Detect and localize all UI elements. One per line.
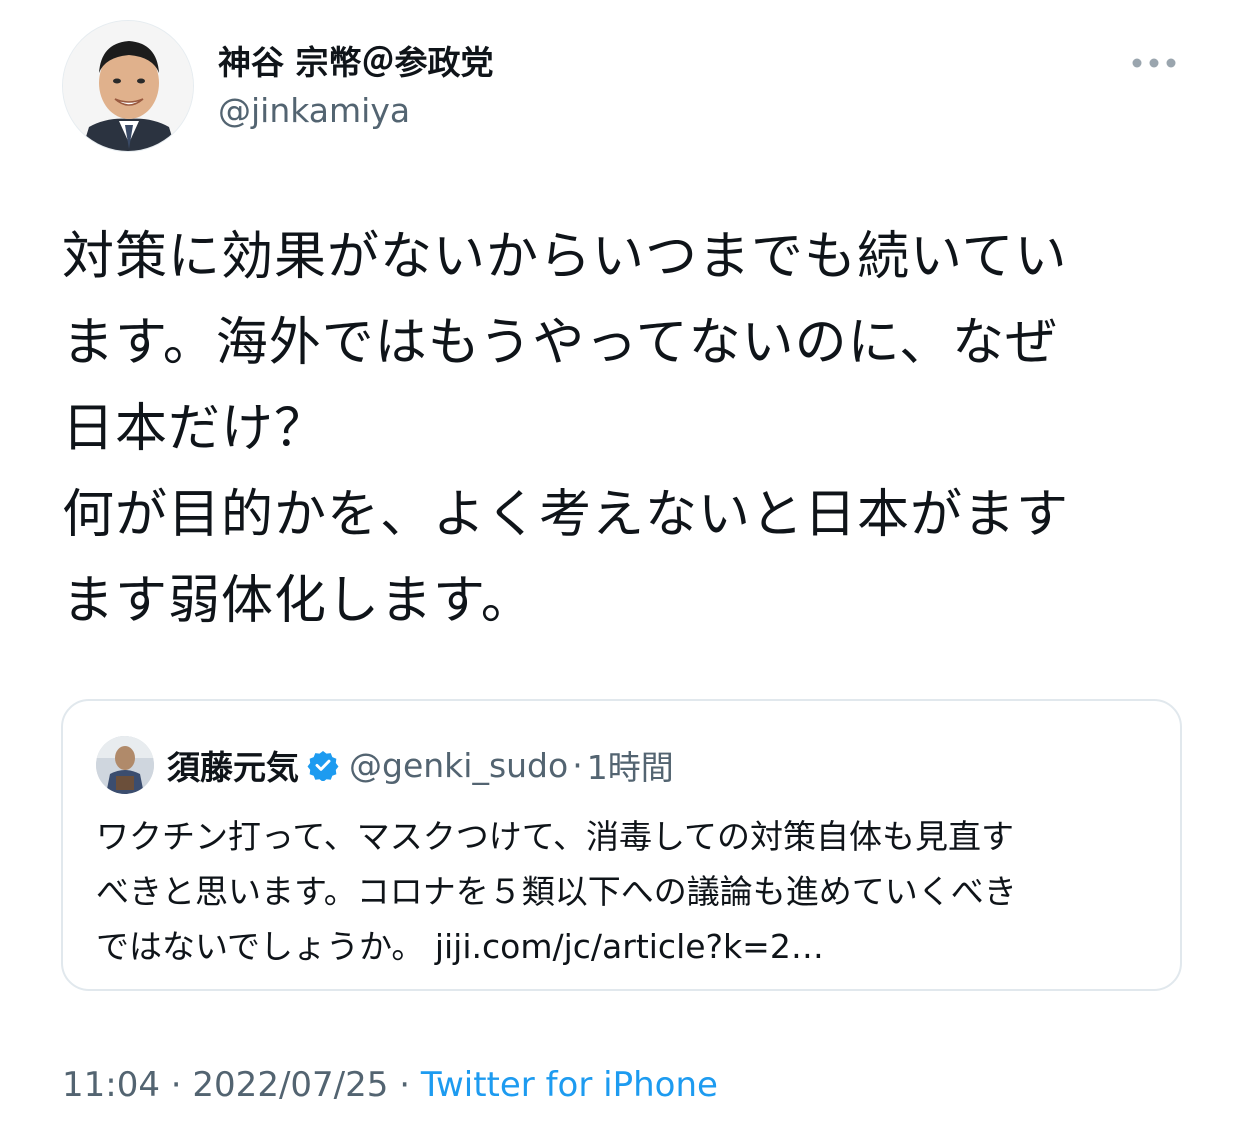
quoted-header-separator: · [572,745,583,785]
quoted-avatar-photo [96,736,154,794]
user-handle[interactable]: @jinkamiya [218,88,410,134]
tweet-metadata: 11:04 · 2022/07/25 · Twitter for iPhone [62,1062,718,1108]
verified-badge-icon [307,751,339,781]
quoted-tweet-card[interactable]: 須藤元気 @genki_sudo · 1時間 ワクチン打って、マスクつけて、消毒… [61,699,1182,991]
tweet-time[interactable]: 11:04 [62,1065,160,1105]
quoted-user-avatar[interactable] [96,736,154,794]
avatar-photo [63,21,193,151]
quoted-tweet-link[interactable]: jiji.com/jc/article?k=2… [435,927,824,966]
meta-separator: · [170,1065,182,1105]
ellipsis-icon [1132,58,1176,68]
quoted-tweet-time[interactable]: 1時間 [587,741,674,789]
quoted-tweet-text: ワクチン打って、マスクつけて、消毒しての対策自体も見直す べきと思います。コロナ… [96,809,1156,974]
tweet-source-link[interactable]: Twitter for iPhone [421,1065,718,1105]
profile-avatar[interactable] [62,20,194,152]
quoted-user-name[interactable]: 須藤元気 [167,741,299,789]
quoted-user-handle[interactable]: @genki_sudo [349,746,568,785]
tweet-date[interactable]: 2022/07/25 [192,1065,388,1105]
display-name[interactable]: 神谷 宗幣＠参政党 [218,40,494,86]
more-options-button[interactable] [1124,46,1184,80]
tweet-text: 対策に効果がないからいつまでも続いてい ます。海外ではもうやってないのに、なぜ … [62,227,1070,631]
quoted-tweet-header: 須藤元気 @genki_sudo · 1時間 [167,740,674,790]
meta-separator: · [399,1065,411,1105]
